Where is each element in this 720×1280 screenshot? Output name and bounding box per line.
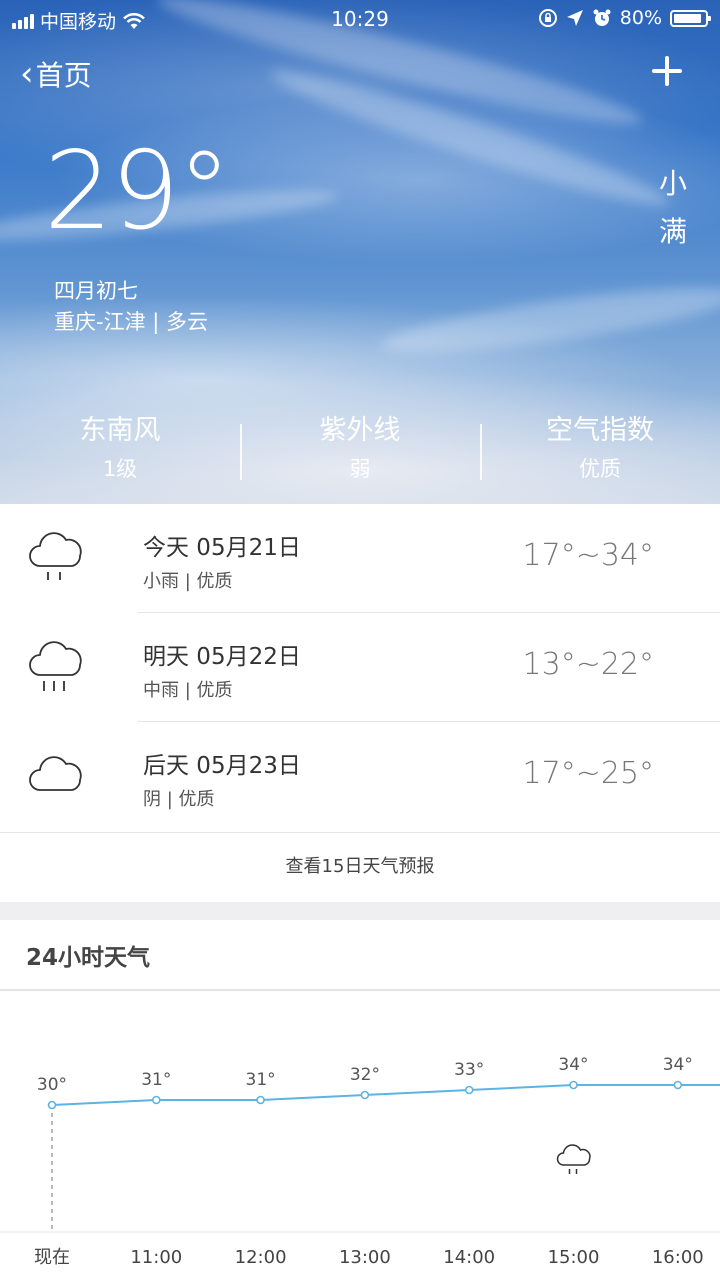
- index-value: 优质: [579, 457, 621, 481]
- hourly-section-title: 24小时天气: [26, 945, 151, 971]
- moderate-rain-icon: [29, 641, 82, 691]
- forecast-date: 今天 05月21日: [143, 535, 301, 561]
- location-weather: 重庆-江津 | 多云: [54, 310, 209, 334]
- lunar-date: 四月初七: [54, 279, 138, 303]
- air-quality-index: 空气指数 优质: [480, 408, 720, 488]
- temperature-label: 32°: [350, 1065, 380, 1085]
- solar-term: 小满: [658, 167, 687, 248]
- forecast-date: 明天 05月22日: [143, 644, 301, 670]
- forecast-date: 后天 05月23日: [143, 753, 301, 779]
- temperature-point: [360, 1090, 370, 1100]
- forecast-range: 17°~25°: [522, 756, 654, 791]
- uv-index: 紫外线 弱: [240, 408, 480, 488]
- temperature-point: [47, 1100, 57, 1110]
- temperature-point: [152, 1095, 161, 1105]
- cloud-streak: [378, 275, 720, 365]
- view-15-day-forecast-link[interactable]: 查看15日天气预报: [0, 832, 720, 901]
- temperature-point: [569, 1080, 578, 1090]
- hour-label: 11:00: [130, 1247, 182, 1268]
- temperature-label: 34°: [558, 1055, 588, 1075]
- temperature-point: [256, 1095, 265, 1105]
- temperature-label: 31°: [246, 1070, 276, 1090]
- divider: [0, 989, 720, 991]
- location-arrow-icon: [566, 10, 583, 26]
- hourly-temperature-chart: 30° 现在 31° 11:00 31° 12:00 32° 13:00 33° 14:00 34°…: [0, 1055, 720, 1268]
- weather-indices: 东南风 1级 紫外线 弱 空气指数 优质: [0, 408, 720, 488]
- index-value: 弱: [349, 457, 371, 481]
- rain-cloud-icon: [556, 1144, 591, 1174]
- index-title: 空气指数: [546, 415, 654, 446]
- hour-label: 现在: [34, 1247, 70, 1268]
- index-value: 1级: [102, 457, 138, 481]
- forecast-desc: 小雨 | 优质: [143, 571, 233, 592]
- index-title: 紫外线: [319, 415, 401, 446]
- current-temperature: 29°: [44, 129, 231, 254]
- light-rain-icon: [29, 532, 82, 580]
- hour-label: 14:00: [443, 1247, 495, 1268]
- battery-icon: [670, 9, 711, 27]
- battery-percent: 80%: [619, 7, 662, 29]
- section-divider: [0, 902, 720, 920]
- temperature-label: 34°: [663, 1055, 693, 1075]
- index-title: 东南风: [79, 415, 161, 446]
- back-button[interactable]: ‹ 首页: [20, 54, 92, 94]
- wind-index: 东南风 1级: [0, 408, 240, 488]
- temperature-label: 33°: [454, 1060, 484, 1080]
- forecast-desc: 阴 | 优质: [143, 789, 215, 810]
- temperature-label: 31°: [141, 1070, 171, 1090]
- hour-label: 13:00: [339, 1247, 391, 1268]
- cloud-icon: [29, 756, 82, 791]
- daily-forecast: 今天 05月21日 小雨 | 优质 17°~34° 明天 05月22日 中雨 |…: [0, 504, 720, 831]
- forecast-range: 17°~34°: [522, 538, 654, 573]
- forecast-range: 13°~22°: [522, 647, 654, 682]
- status-bar: 中国移动 10:29 80%: [0, 0, 720, 38]
- forecast-row[interactable]: 明天 05月22日 中雨 | 优质 13°~22°: [0, 613, 720, 722]
- back-label: 首页: [35, 59, 92, 92]
- chevron-left-icon: ‹: [20, 54, 34, 94]
- add-city-button[interactable]: [650, 54, 684, 88]
- forecast-row[interactable]: 后天 05月23日 阴 | 优质 17°~25°: [0, 722, 720, 831]
- forecast-row[interactable]: 今天 05月21日 小雨 | 优质 17°~34°: [0, 504, 720, 613]
- hour-label: 12:00: [235, 1247, 287, 1268]
- forecast-desc: 中雨 | 优质: [143, 680, 233, 701]
- temperature-point: [464, 1085, 474, 1095]
- weather-header: 中国移动 10:29 80% ‹ 首页 29° 四月初七 重庆-江津 | 多云 …: [0, 0, 720, 504]
- temperature-label: 30°: [37, 1075, 67, 1095]
- hour-label: 16:00: [652, 1247, 704, 1268]
- alarm-icon: [593, 9, 611, 26]
- hour-label: 15:00: [548, 1247, 600, 1268]
- orientation-lock-icon: [538, 9, 557, 27]
- temperature-point: [673, 1080, 683, 1090]
